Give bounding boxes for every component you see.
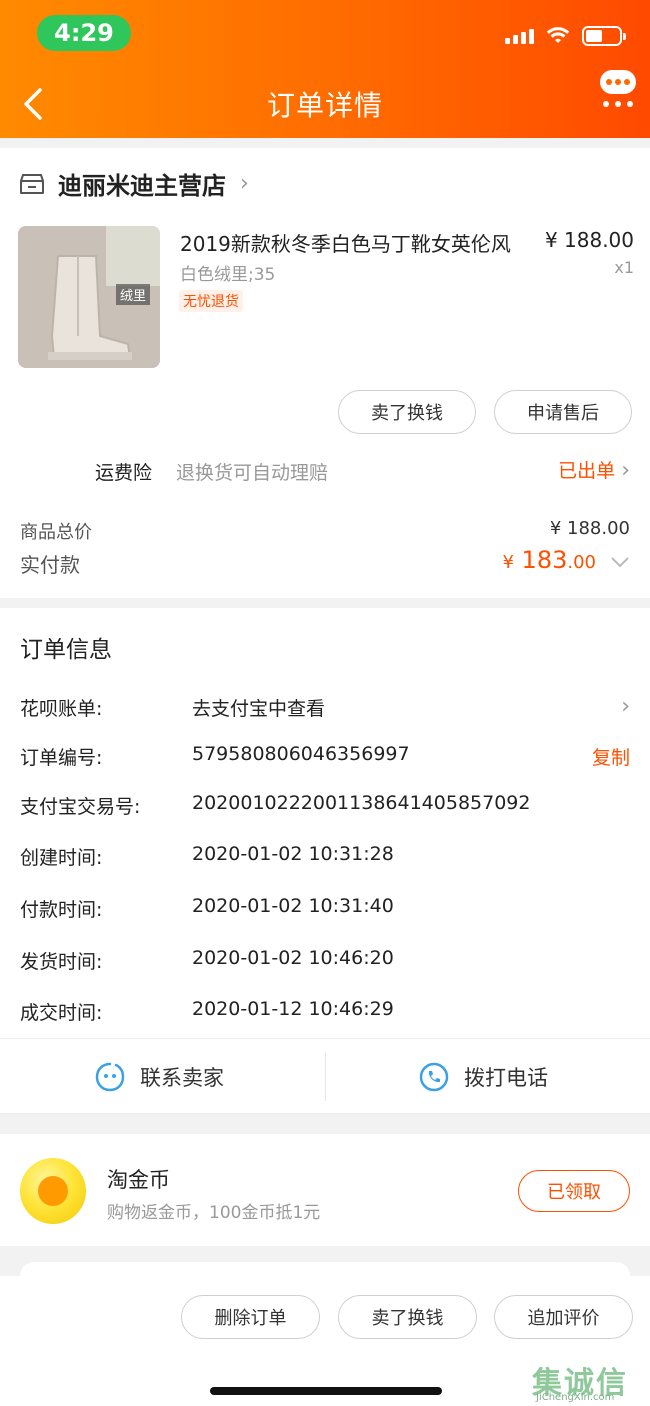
home-indicator[interactable]	[210, 1387, 442, 1395]
coins-card: 淘金币 购物返金币，100金币抵1元 已领取	[0, 1134, 650, 1246]
shop-name[interactable]: 迪丽米迪主营店	[58, 166, 226, 201]
sell-for-cash-bottom-button[interactable]: 卖了换钱	[338, 1295, 477, 1339]
info-key: 支付宝交易号:	[20, 796, 141, 818]
signal-icon	[505, 28, 534, 44]
after-sale-button[interactable]: 申请售后	[494, 390, 632, 434]
product-price: ¥ 188.00	[544, 228, 634, 252]
add-review-button[interactable]: 追加评价	[494, 1295, 633, 1339]
insurance-desc: 退换货可自动理赔	[176, 462, 329, 484]
chevron-right-icon: ›	[621, 694, 630, 719]
product-quantity: x1	[614, 258, 634, 277]
status-icons	[505, 26, 626, 46]
app-header: 4:29 订单详情	[0, 0, 650, 138]
gold-coin-icon	[20, 1158, 86, 1224]
paid-label: 实付款	[20, 553, 80, 577]
info-value: 去支付宝中查看	[192, 698, 326, 720]
phone-icon	[419, 1062, 449, 1092]
info-value: 2020-01-02 10:31:28	[192, 843, 394, 865]
coins-title: 淘金币	[107, 1168, 170, 1192]
watermark-sub: JiChengXin.com	[536, 1392, 615, 1403]
contact-bar: 联系卖家 拨打电话	[0, 1038, 650, 1114]
product-title[interactable]: 2019新款秋冬季白色马丁靴女英伦风	[180, 228, 511, 257]
info-value: 2020010222001138641405857092	[192, 792, 531, 814]
order-info-title: 订单信息	[20, 637, 112, 663]
chevron-right-icon: ›	[621, 458, 630, 483]
shop-row[interactable]: 迪丽米迪主营店 ›	[20, 166, 249, 201]
paid-currency: ¥	[502, 552, 514, 573]
return-badge: 无忧退货	[179, 290, 243, 312]
info-value: 2020-01-02 10:46:20	[192, 947, 394, 969]
coins-desc: 购物返金币，100金币抵1元	[107, 1203, 321, 1223]
product-sku: 白色绒里;35	[180, 265, 276, 285]
wifi-icon	[546, 27, 570, 43]
info-key: 成交时间:	[20, 1002, 103, 1024]
sell-for-cash-button[interactable]: 卖了换钱	[338, 390, 476, 434]
info-key: 发货时间:	[20, 951, 103, 973]
store-icon	[20, 173, 44, 194]
info-value: 2020-01-02 10:31:40	[192, 895, 394, 917]
divider	[325, 1053, 326, 1101]
contact-seller-label: 联系卖家	[140, 1066, 224, 1090]
info-key: 创建时间:	[20, 847, 103, 869]
total-value: ¥ 188.00	[549, 518, 630, 539]
info-key: 付款时间:	[20, 899, 103, 921]
paid-decimal: .00	[567, 552, 596, 573]
call-phone-button[interactable]: 拨打电话	[418, 1039, 548, 1115]
contact-seller-button[interactable]: 联系卖家	[94, 1039, 224, 1115]
image-tag: 绒里	[115, 284, 150, 305]
insurance-status[interactable]: 已出单 ›	[558, 456, 630, 483]
message-icon[interactable]	[598, 68, 638, 110]
status-time: 4:29	[37, 15, 131, 51]
total-label: 商品总价	[20, 522, 92, 543]
page-title: 订单详情	[266, 89, 383, 122]
info-value: 579580806046356997	[192, 743, 410, 765]
insurance-status-text: 已出单	[558, 460, 616, 482]
chevron-right-icon: ›	[240, 171, 249, 196]
copy-button[interactable]: 复制	[592, 743, 630, 770]
paid-integer: 183	[521, 546, 568, 574]
info-value: 2020-01-12 10:46:29	[192, 998, 394, 1020]
coins-claimed-button[interactable]: 已领取	[518, 1170, 630, 1212]
info-key: 订单编号:	[20, 747, 103, 769]
chat-bubble-icon	[95, 1062, 125, 1092]
battery-icon	[582, 26, 626, 46]
call-phone-label: 拨打电话	[464, 1066, 548, 1090]
chevron-down-icon[interactable]	[610, 556, 630, 568]
insurance-label: 运费险	[95, 462, 153, 484]
paid-value[interactable]: ¥ 183.00	[502, 546, 630, 574]
delete-order-button[interactable]: 删除订单	[181, 1295, 320, 1339]
info-key: 花呗账单:	[20, 698, 103, 720]
product-image[interactable]: 绒里	[18, 226, 160, 368]
